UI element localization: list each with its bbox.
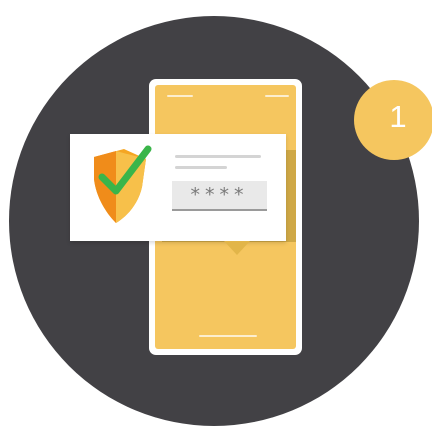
status-bar-line-left [167,95,193,97]
shield-check-icon [94,145,152,223]
step-number: 1 [389,99,407,134]
speech-pointer [224,241,250,255]
text-line-2 [175,166,227,169]
illustration: **** 1 [0,0,432,426]
status-bar-line-right [265,95,289,97]
text-line-1 [175,155,261,158]
pin-field[interactable]: **** [172,181,267,211]
step-badge: 1 [354,80,432,160]
home-indicator [199,335,257,337]
